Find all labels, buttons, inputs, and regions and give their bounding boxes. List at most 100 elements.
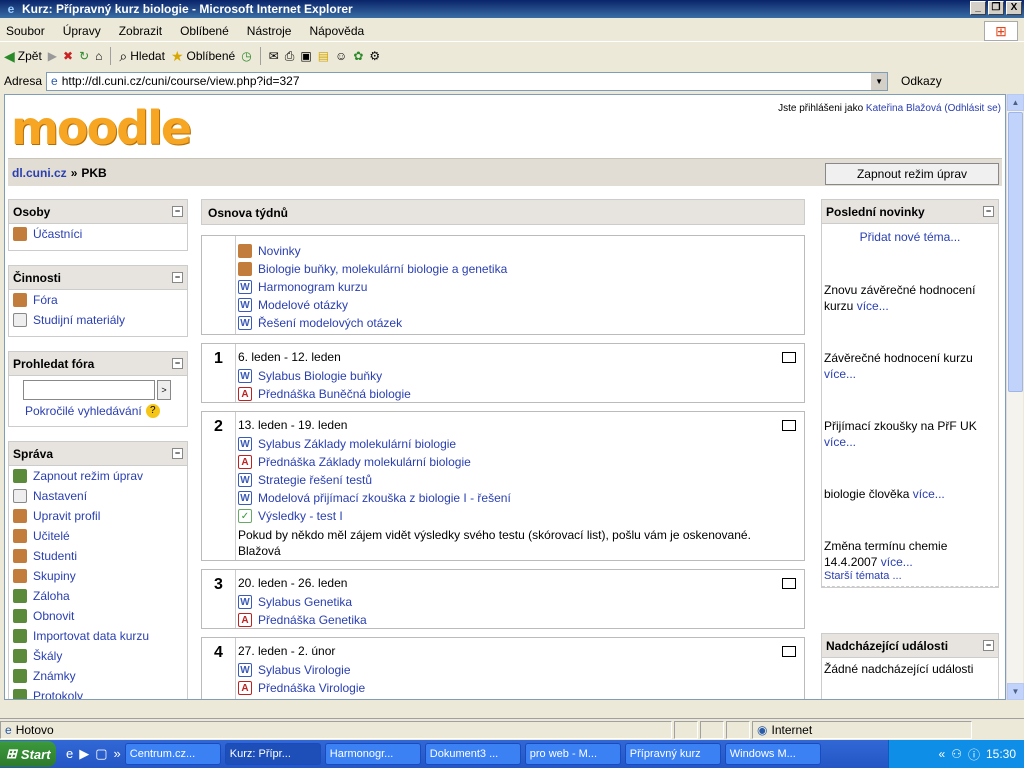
network-icon[interactable]: ⚇ [951, 747, 962, 761]
admin-item-scales[interactable]: Škály [9, 646, 187, 666]
tools-icon[interactable]: ⚙ [369, 49, 380, 63]
week-item[interactable]: W Sylabus Virologie [238, 661, 804, 679]
menu-file[interactable]: Soubor [6, 24, 45, 38]
start-button[interactable]: ⊞ Start [0, 741, 56, 767]
collapse-icon[interactable]: − [983, 640, 994, 651]
week-item[interactable]: A Přednáška Základy molekulární biologie [238, 453, 804, 471]
admin-item-logs[interactable]: Protokoly [9, 686, 187, 699]
task-kurz[interactable]: Kurz: Přípr... [224, 743, 321, 765]
participants-link[interactable]: Účastníci [9, 224, 187, 244]
week-item[interactable]: W Modelová přijímací zkouška z biologie I… [238, 489, 804, 507]
admin-item-profile[interactable]: Upravit profil [9, 506, 187, 526]
logout-link[interactable]: (Odhlásit se) [944, 103, 1001, 114]
help-icon[interactable]: ? [145, 404, 160, 418]
scroll-down-icon[interactable]: ▼ [1007, 683, 1024, 700]
highlight-checkbox[interactable] [782, 352, 796, 363]
collapse-icon[interactable]: − [172, 272, 183, 283]
messenger-icon[interactable]: ☺ [335, 49, 347, 63]
chevron-icon[interactable]: » [114, 746, 121, 762]
scroll-up-icon[interactable]: ▲ [1007, 94, 1024, 111]
intro-item-schedule[interactable]: W Harmonogram kurzu [238, 278, 804, 296]
intro-item-solutions[interactable]: W Řešení modelových otázek [238, 314, 804, 332]
admin-item-groups[interactable]: Skupiny [9, 566, 187, 586]
more-link[interactable]: více... [881, 555, 913, 569]
intro-item-biology[interactable]: Biologie buňky, molekulární biologie a g… [238, 260, 804, 278]
more-link[interactable]: více... [824, 435, 856, 449]
minimize-button[interactable]: _ [970, 1, 986, 15]
collapse-icon[interactable]: − [172, 206, 183, 217]
admin-item-students[interactable]: Studenti [9, 546, 187, 566]
horizontal-scrollbar[interactable] [0, 700, 1024, 717]
forward-button[interactable]: ▶ [48, 49, 57, 63]
more-link[interactable]: více... [857, 299, 889, 313]
task-dokument3[interactable]: Dokument3 ... [424, 743, 521, 765]
close-button[interactable]: X [1006, 1, 1022, 15]
discuss-icon[interactable]: ▤ [318, 49, 329, 63]
admin-item-settings[interactable]: Nastavení [9, 486, 187, 506]
mail-icon[interactable]: ✉ [269, 49, 279, 63]
study-materials-link[interactable]: Studijní materiály [9, 310, 187, 330]
history-icon[interactable]: ◷ [241, 49, 251, 63]
add-topic-link[interactable]: Přidat nové téma... [860, 230, 961, 244]
refresh-icon[interactable]: ↻ [79, 49, 89, 63]
highlight-checkbox[interactable] [782, 646, 796, 657]
week-item[interactable]: A Přednáška Buněčná biologie [238, 385, 804, 403]
collapse-icon[interactable]: − [983, 206, 994, 217]
forum-search-button[interactable]: > [157, 380, 171, 400]
week-item[interactable]: W Sylabus Biologie buňky [238, 367, 804, 385]
admin-item-grades[interactable]: Známky [9, 666, 187, 686]
admin-item-backup[interactable]: Záloha [9, 586, 187, 606]
week-item[interactable]: W Strategie řešení testů [238, 471, 804, 489]
moodle-logo[interactable]: moodle [11, 101, 192, 155]
address-input[interactable]: e http://dl.cuni.cz/cuni/course/view.php… [46, 71, 889, 91]
task-pripravny-kurz[interactable]: Přípravný kurz [624, 743, 721, 765]
collapse-icon[interactable]: − [172, 448, 183, 459]
menu-edit[interactable]: Úpravy [63, 24, 101, 38]
task-centrum[interactable]: Centrum.cz... [124, 743, 221, 765]
breadcrumb-home[interactable]: dl.cuni.cz [12, 166, 67, 180]
search-button[interactable]: ⌕ Hledat [119, 48, 165, 65]
admin-item-teachers[interactable]: Učitelé [9, 526, 187, 546]
highlight-checkbox[interactable] [782, 420, 796, 431]
links-label[interactable]: Odkazy [901, 74, 942, 88]
week-item[interactable]: W Sylabus Genetika [238, 593, 804, 611]
admin-item-edit-mode[interactable]: Zapnout režim úprav [9, 466, 187, 486]
forum-search-input[interactable] [23, 380, 155, 400]
menu-help[interactable]: Nápověda [309, 24, 364, 38]
more-link[interactable]: více... [913, 487, 945, 501]
week-item[interactable]: ✓ Výsledky - test I [238, 507, 804, 525]
week-item[interactable]: A Přednáška Genetika [238, 611, 804, 629]
favorites-button[interactable]: ★ Oblíbené [171, 48, 235, 65]
address-dropdown-icon[interactable]: ▼ [871, 72, 888, 90]
maximize-button[interactable]: ❐ [988, 1, 1004, 15]
admin-item-import[interactable]: Importovat data kurzu [9, 626, 187, 646]
media-quicklaunch-icon[interactable]: ▶ [79, 746, 89, 762]
ie-quicklaunch-icon[interactable]: e [66, 746, 73, 762]
highlight-checkbox[interactable] [782, 578, 796, 589]
task-pro-web[interactable]: pro web - M... [524, 743, 621, 765]
task-harmonogram[interactable]: Harmonogr... [324, 743, 421, 765]
scroll-thumb[interactable] [1008, 112, 1023, 392]
desktop-quicklaunch-icon[interactable]: ▢ [95, 746, 107, 762]
week-item[interactable]: A Přednáška Virologie [238, 679, 804, 697]
edit-icon[interactable]: ▣ [300, 49, 311, 63]
menu-favorites[interactable]: Oblíbené [180, 24, 229, 38]
print-icon[interactable]: ⎙ [285, 49, 295, 64]
collapse-icon[interactable]: − [172, 358, 183, 369]
clock[interactable]: 15:30 [986, 747, 1016, 761]
vertical-scrollbar[interactable]: ▲ ▼ [1006, 94, 1024, 700]
more-link[interactable]: více... [824, 367, 856, 381]
forums-link[interactable]: Fóra [9, 290, 187, 310]
task-windows-media[interactable]: Windows M... [724, 743, 821, 765]
user-link[interactable]: Kateřina Blažová [866, 103, 942, 114]
home-icon[interactable]: ⌂ [95, 49, 102, 63]
admin-item-restore[interactable]: Obnovit [9, 606, 187, 626]
back-button[interactable]: ◀ Zpět [4, 48, 42, 65]
menu-tools[interactable]: Nástroje [247, 24, 292, 38]
menu-view[interactable]: Zobrazit [119, 24, 162, 38]
advanced-search-link[interactable]: Pokročilé vyhledávání [25, 404, 142, 418]
icq-icon[interactable]: ✿ [353, 49, 363, 63]
older-topics-link[interactable]: Starší témata ... [822, 570, 998, 587]
intro-item-news[interactable]: Novinky [238, 242, 804, 260]
stop-icon[interactable]: ✖ [63, 49, 73, 63]
